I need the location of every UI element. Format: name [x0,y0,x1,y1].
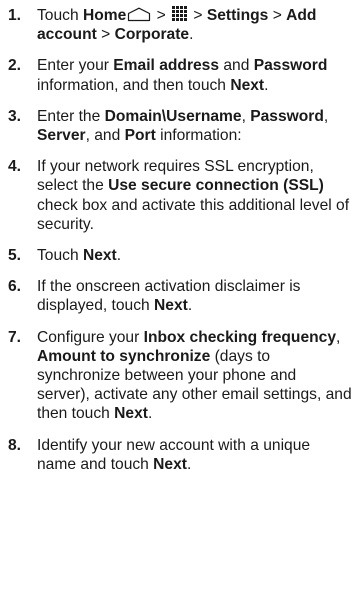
step-4: 4. If your network requires SSL encryptio… [0,157,357,234]
bold-term: Corporate [114,26,190,44]
step-text: . [264,76,269,94]
bold-term: Server [37,127,86,145]
step-text: information, and then touch [37,76,231,94]
bold-term: Next [230,76,265,94]
step-3: 3. Enter the Domain\Username, Password, S… [0,107,357,145]
step-text: Touch [37,7,83,24]
step-number: 8. [8,436,22,454]
step-text: > [189,7,207,24]
step-text: > [96,26,115,44]
home-icon [128,7,151,22]
step-text: . [187,297,193,315]
bold-term: Next [153,455,187,473]
bold-term: Next [114,405,148,423]
step-2: 2. Enter your Email address and Password … [0,56,357,94]
bold-term: Port [124,127,156,145]
step-text: check box and activate this additional l… [37,196,350,233]
step-7: 7. Configure your Inbox checking frequenc… [0,328,357,424]
step-text: . [189,26,194,44]
step-text: Enter your [37,57,114,75]
bold-term: Inbox checking frequency [143,328,336,346]
bold-term: Use secure connection (SSL) [108,177,324,195]
step-text: . [186,455,192,473]
step-8: 8. Identify your new account with a uniqu… [0,436,357,474]
step-number: 6. [8,278,22,296]
bold-term: Password [250,107,324,125]
step-text: Touch [37,247,83,265]
step-5: 5. Touch Next. [0,246,357,265]
step-text: > [152,7,171,24]
step-text: , and [85,127,125,145]
bold-term: Email address [113,57,220,75]
step-number: 3. [8,107,22,125]
step-text: . [147,405,153,423]
step-number: 1. [8,7,22,24]
step-number: 4. [8,158,22,176]
step-text: , [323,107,329,125]
apps-grid-icon [172,6,188,21]
bold-term: Next [82,247,117,265]
step-text: information: [155,127,242,145]
step-6: 6. If the onscreen activation disclaimer … [0,277,357,315]
bold-term: Amount to synchronize [37,347,211,365]
step-text: and [219,57,254,75]
step-number: 7. [8,328,22,346]
step-number: 2. [8,57,22,75]
step-number: 5. [8,247,22,265]
instruction-steps: 1. Touch Home > > Settings > Add account … [0,0,357,474]
step-text: , [336,328,341,346]
bold-term: Domain\Username [104,107,242,125]
step-1: 1. Touch Home > > Settings > Add account … [0,6,357,44]
bold-term: Home [82,7,127,24]
step-text: . [116,247,122,265]
step-text: Configure your [37,328,144,346]
step-text: Enter the [37,107,105,125]
bold-term: Settings [206,7,269,24]
step-text: , [241,107,251,125]
bold-term: Password [253,57,328,75]
step-text: > [268,7,287,24]
bold-term: Next [154,297,188,315]
